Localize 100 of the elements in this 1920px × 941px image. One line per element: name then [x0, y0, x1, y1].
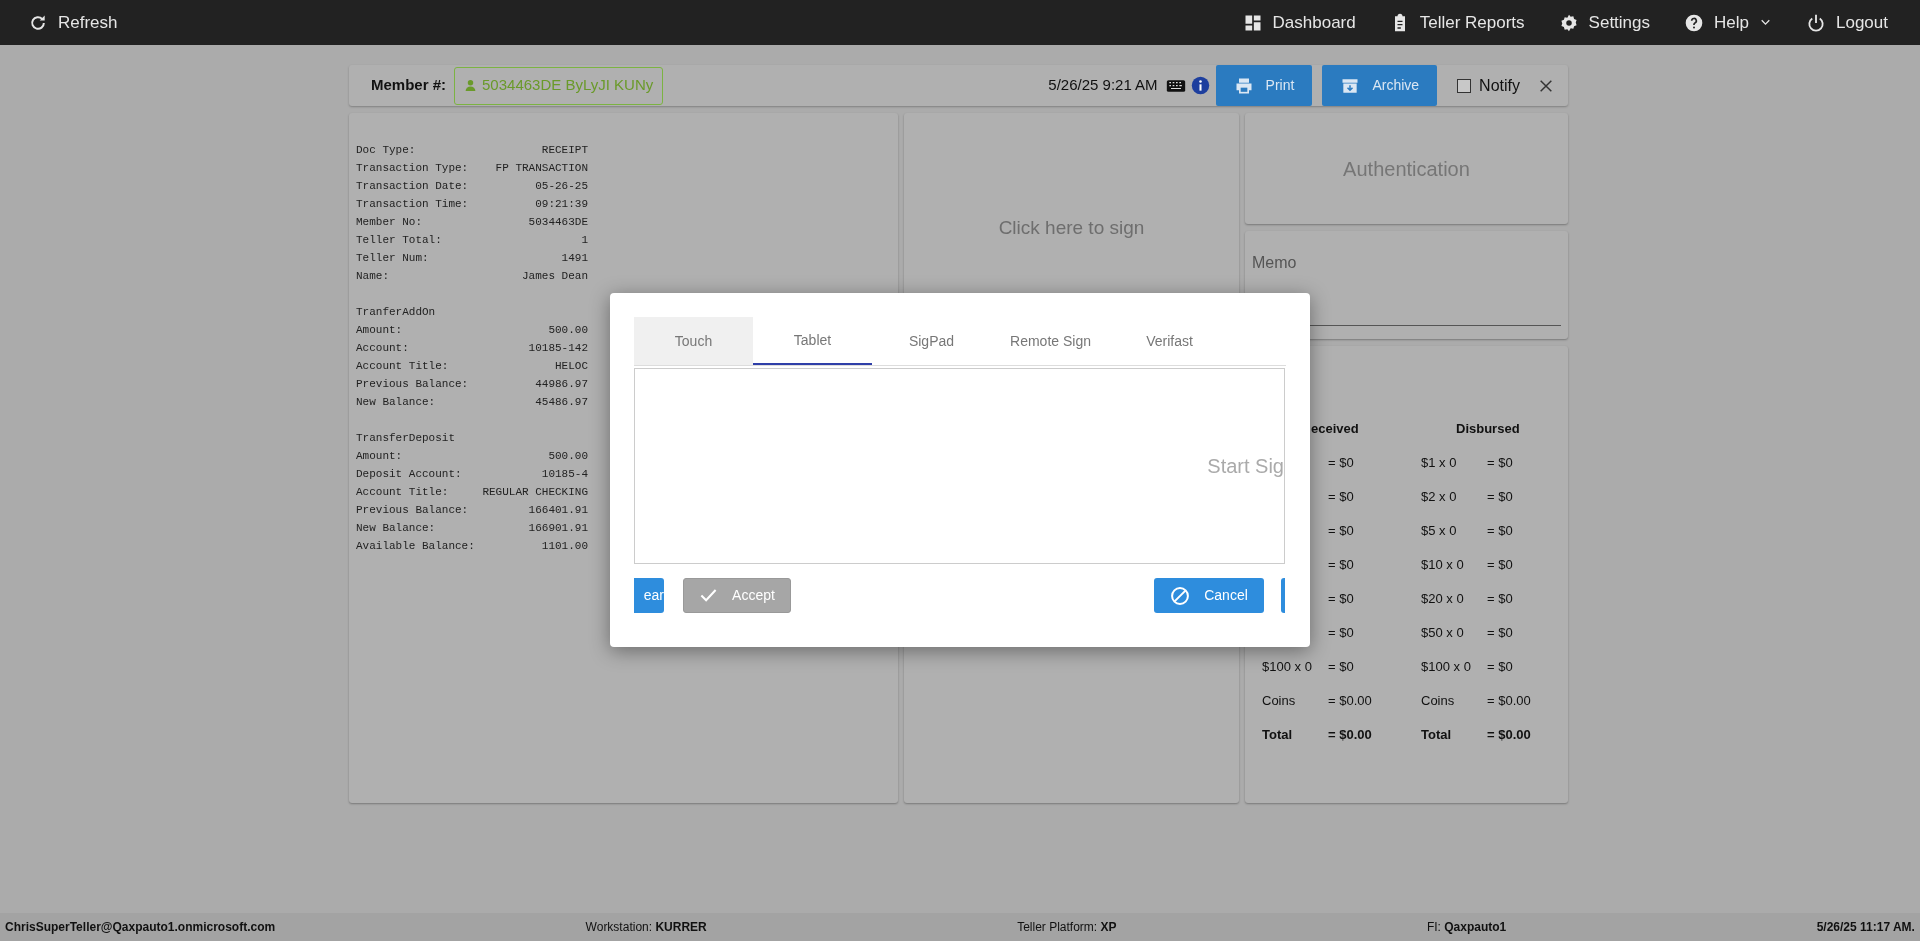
denomination-label: $100 x 0 — [1421, 658, 1472, 677]
amount-value: = $0 — [1328, 556, 1355, 575]
date-time: 5/26/25 9:21 AM — [1048, 75, 1158, 96]
tab[interactable]: Remote Sign — [991, 317, 1110, 365]
amount-value: = $0 — [1487, 522, 1514, 541]
nav-link[interactable]: Teller Reports — [1389, 9, 1525, 36]
receipt-value: 45486.97 — [535, 395, 588, 410]
receipt-label: Previous Balance: — [356, 377, 469, 392]
help-icon — [1684, 12, 1705, 33]
receipt-value: RECEIPT — [541, 143, 588, 158]
clear-button[interactable]: ear — [634, 578, 664, 613]
nav-link[interactable]: Help — [1684, 9, 1772, 36]
tab[interactable]: Verifast — [1110, 317, 1229, 365]
receipt-label: Available Balance: — [356, 539, 475, 554]
receipt-label: Doc Type: — [356, 143, 416, 158]
amount-value: = $0.00 — [1487, 726, 1532, 745]
tab[interactable]: SigPad — [872, 317, 991, 365]
denomination-label: $5 x 0 — [1421, 522, 1458, 541]
archive-button[interactable]: Archive — [1322, 65, 1438, 106]
receipt-value: James Dean — [522, 269, 588, 284]
logout-icon — [1806, 12, 1826, 33]
receipt-label: Transaction Time: — [356, 197, 469, 212]
member-label: Member #: — [371, 75, 447, 96]
amount-value: = $0 — [1328, 658, 1355, 677]
receipt-value: 1 — [581, 233, 588, 248]
denomination-label: $2 x 0 — [1421, 488, 1458, 507]
receipt-line: TranferAddOn — [356, 305, 437, 320]
receipt-value: HELOC — [555, 359, 588, 374]
nav-link[interactable]: Dashboard — [1242, 9, 1356, 36]
memo-label: Memo — [1252, 253, 1298, 273]
status-text: ChrisSuperTeller@Qaxpauto1.onmicrosoft.com — [5, 919, 276, 936]
status-text: Teller Platform: XP — [1017, 919, 1117, 936]
receipt-label: New Balance: — [356, 395, 436, 410]
amount-value: = $0 — [1487, 624, 1514, 643]
receipt-label: Teller Num: — [356, 251, 429, 266]
receipt-label: Amount: — [356, 449, 403, 464]
receipt-label: Account: — [356, 341, 409, 356]
receipt-value: 500.00 — [548, 323, 588, 338]
receipt-label: Transaction Date: — [356, 179, 469, 194]
signature-hint: Start Sig — [1207, 454, 1284, 479]
person-icon — [464, 79, 478, 92]
tab[interactable]: Touch — [634, 317, 753, 365]
nav-link[interactable]: Refresh — [28, 9, 118, 36]
denomination-label: Total — [1262, 726, 1294, 745]
amount-value: = $0.00 — [1328, 726, 1373, 745]
receipt-label: Amount: — [356, 323, 403, 338]
column-header: Disbursed — [1455, 420, 1521, 439]
nav-link[interactable]: Logout — [1806, 9, 1888, 36]
nav-link[interactable]: Settings — [1558, 9, 1651, 36]
denomination-label: Coins — [1262, 692, 1297, 711]
amount-value: = $0 — [1328, 624, 1355, 643]
amount-value: = $0.00 — [1487, 692, 1532, 711]
receipt-value: 10185-142 — [528, 341, 588, 356]
status-text: Workstation: KURRER — [585, 919, 707, 936]
denomination-label: $10 x 0 — [1421, 556, 1465, 575]
receipt-label: Transaction Type: — [356, 161, 469, 176]
sign-prompt: Click here to sign — [998, 216, 1145, 240]
cancel-icon — [1170, 585, 1191, 606]
amount-value: = $0.00 — [1328, 692, 1373, 711]
denomination-label: $100 x 0 — [1262, 658, 1313, 677]
denomination-label: $1 x 0 — [1421, 454, 1458, 473]
receipt-label: Previous Balance: — [356, 503, 469, 518]
column-header: eceived — [1310, 420, 1360, 439]
receipt-label: Name: — [356, 269, 389, 284]
close-icon — [1538, 77, 1554, 94]
receipt-value: 5034463DE — [528, 215, 588, 230]
receipt-value: FP TRANSACTION — [495, 161, 588, 176]
receipt-label: Account Title: — [356, 359, 449, 374]
notify-checkbox[interactable]: Notify — [1457, 73, 1520, 98]
receipt-value: 10185-4 — [541, 467, 588, 482]
amount-value: = $0 — [1487, 658, 1514, 677]
amount-value: = $0 — [1328, 488, 1355, 507]
denomination-label: $20 x 0 — [1421, 590, 1465, 609]
close-button[interactable] — [1538, 77, 1554, 94]
receipt-label: Teller Total: — [356, 233, 442, 248]
amount-value: = $0 — [1487, 556, 1514, 575]
receipt-label: Deposit Account: — [356, 467, 462, 482]
amount-value: = $0 — [1328, 590, 1355, 609]
status-text: 5/26/25 11:17 AM. — [1816, 919, 1915, 936]
amount-value: = $0 — [1487, 590, 1514, 609]
print-button[interactable]: Print — [1215, 65, 1313, 106]
amount-value: = $0 — [1487, 488, 1514, 507]
amount-value: = $0 — [1328, 522, 1355, 541]
status-text: FI: Qaxpauto1 — [1426, 919, 1507, 936]
receipt-value: 1101.00 — [541, 539, 588, 554]
denomination-label: Total — [1421, 726, 1453, 745]
receipt-value: 09:21:39 — [535, 197, 588, 212]
authentication-title: Authentication — [1343, 156, 1470, 182]
amount-value: = $0 — [1487, 454, 1514, 473]
receipt-value: 1491 — [561, 251, 588, 266]
receipt-label: Account Title: — [356, 485, 449, 500]
receipt-line: TransferDeposit — [356, 431, 457, 446]
receipt-value: REGULAR CHECKING — [482, 485, 588, 500]
receipt-value: 44986.97 — [535, 377, 588, 392]
tab[interactable]: Tablet — [753, 317, 872, 365]
receipt-value: 500.00 — [548, 449, 588, 464]
cancel-button[interactable]: Cancel — [1154, 578, 1264, 613]
receipt-value: 05-26-25 — [535, 179, 588, 194]
denomination-label: $50 x 0 — [1421, 624, 1465, 643]
receipt-value: 166401.91 — [528, 503, 588, 518]
